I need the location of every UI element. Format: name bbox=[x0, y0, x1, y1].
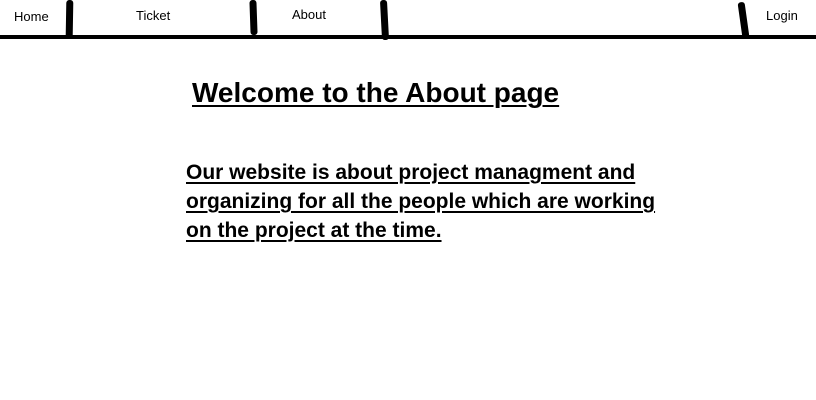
nav-ticket-link[interactable]: Ticket bbox=[136, 8, 170, 24]
nav-divider bbox=[737, 1, 750, 39]
page-title: Welcome to the About page bbox=[192, 77, 560, 108]
top-navigation: Home Ticket About Login bbox=[0, 0, 816, 41]
about-description: Our website is about project managment a… bbox=[186, 161, 656, 242]
nav-about-link[interactable]: About bbox=[292, 7, 326, 23]
nav-login-link[interactable]: Login bbox=[766, 8, 798, 24]
nav-home-link[interactable]: Home bbox=[14, 9, 49, 25]
nav-divider bbox=[65, 0, 74, 39]
nav-underline bbox=[0, 35, 816, 39]
nav-divider bbox=[249, 0, 258, 36]
